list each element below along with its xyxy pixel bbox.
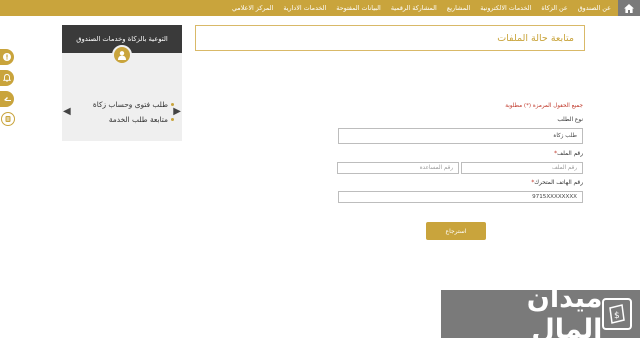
sign-language-icon xyxy=(3,97,11,101)
floating-tools xyxy=(0,49,15,131)
alert-button[interactable] xyxy=(0,49,14,65)
carousel-next-arrow[interactable]: ▶ xyxy=(173,107,181,117)
bullet-icon xyxy=(171,118,174,121)
nav-admin-services[interactable]: الخدمات الادارية xyxy=(278,0,331,16)
file-number-input[interactable]: رقم الملف xyxy=(461,162,583,174)
request-type-value: طلب زكاة xyxy=(553,133,577,139)
assistance-number-input[interactable]: رقم المساعدة xyxy=(337,162,459,174)
nav-e-services[interactable]: الخدمات الالكترونية xyxy=(475,0,536,16)
panel-title: التوعية بالزكاة وخدمات الصندوق xyxy=(76,35,168,43)
link-fatwa-zakat[interactable]: طلب فتوى وحساب زكاة xyxy=(93,97,174,112)
nav-about-fund[interactable]: عن الصندوق xyxy=(573,0,616,16)
phone-value: 9715XXXXXXXX xyxy=(532,194,577,200)
retrieve-button-label: استرجاع xyxy=(445,227,467,235)
home-icon xyxy=(624,3,634,13)
watermark: ميدان المال $ xyxy=(441,283,640,338)
bell-icon xyxy=(3,74,11,82)
phone-label: رقم الهاتف المتحرك* xyxy=(531,180,583,186)
nav-about-zakat[interactable]: عن الزكاة xyxy=(536,0,572,16)
retrieve-button[interactable]: استرجاع xyxy=(426,222,486,240)
file-number-placeholder: رقم الملف xyxy=(551,165,577,171)
nav-media-center[interactable]: المركز الاعلامي xyxy=(227,0,278,16)
user-avatar xyxy=(112,45,132,65)
logo-button[interactable] xyxy=(1,112,15,126)
link-label: طلب فتوى وحساب زكاة xyxy=(92,100,168,109)
emblem-icon xyxy=(5,116,11,122)
phone-input[interactable]: 9715XXXXXXXX xyxy=(338,191,583,203)
page-title-box: متابعة حالة الملفات xyxy=(195,25,585,51)
svg-text:$: $ xyxy=(614,311,620,321)
request-type-label: نوع الطلب xyxy=(557,117,583,123)
top-nav-bar: عن الصندوق عن الزكاة الخدمات الالكترونية… xyxy=(0,0,640,16)
watermark-logo-icon: $ xyxy=(602,298,632,330)
file-number-label: رقم الملف* xyxy=(554,151,583,157)
info-icon xyxy=(3,53,11,61)
bullet-icon xyxy=(171,103,174,106)
required-note: جميع الحقول المرمزة (*) مطلوبة xyxy=(505,103,583,109)
carousel-prev-arrow[interactable]: ◀ xyxy=(63,107,71,117)
nav-projects[interactable]: المشاريع xyxy=(442,0,475,16)
link-track-request[interactable]: متابعة طلب الخدمة xyxy=(93,112,174,127)
user-icon xyxy=(118,51,126,60)
assistance-number-placeholder: رقم المساعدة xyxy=(419,165,453,171)
page-title: متابعة حالة الملفات xyxy=(497,32,574,44)
panel-links: طلب فتوى وحساب زكاة متابعة طلب الخدمة xyxy=(93,97,174,127)
watermark-text: ميدان المال xyxy=(526,283,603,338)
request-type-select[interactable]: طلب زكاة xyxy=(338,128,583,144)
home-button[interactable] xyxy=(618,0,640,16)
nav-digital-participation[interactable]: المشاركة الرقمية xyxy=(386,0,442,16)
nav-open-data[interactable]: البيانات المفتوحة xyxy=(331,0,386,16)
accessibility-button[interactable] xyxy=(0,91,14,107)
link-label: متابعة طلب الخدمة xyxy=(108,115,168,124)
services-panel: التوعية بالزكاة وخدمات الصندوق ◀ ▶ طلب ف… xyxy=(62,25,182,141)
notifications-button[interactable] xyxy=(0,70,14,86)
